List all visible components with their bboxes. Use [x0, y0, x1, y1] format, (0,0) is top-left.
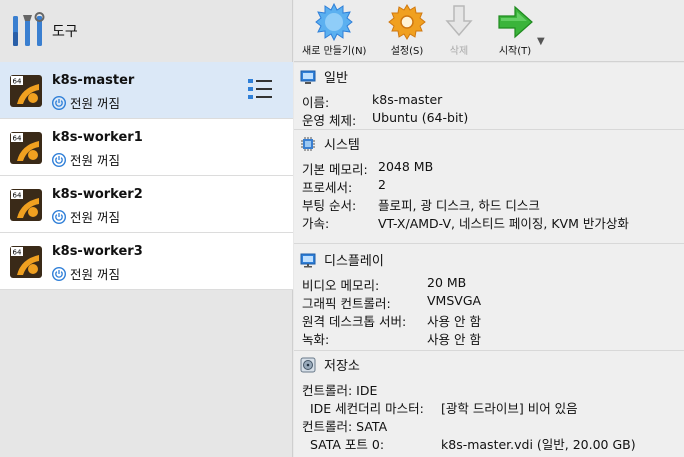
detail-key: 기본 메모리:: [302, 162, 368, 177]
detail-key: SATA 포트 0:: [310, 437, 385, 452]
vm-state: 전원 꺼짐: [52, 150, 120, 169]
detail-value: VT-X/AMD-V, 네스티드 페이징, KVM 반가상화: [378, 216, 629, 231]
vm-name: k8s-worker1: [52, 130, 143, 145]
display-section: 디스플레이 비디오 메모리: 20 MB 그래픽 컨트롤러: VMSVGA 원격…: [294, 244, 684, 351]
detail-value: k8s-master.vdi (일반, 20.00 GB): [441, 437, 636, 452]
general-section: 일반 이름: k8s-master 운영 체제: Ubuntu (64-bit): [294, 63, 684, 130]
new-button-label: 새로 만들기(N): [302, 46, 367, 57]
detail-value: k8s-master: [372, 92, 443, 107]
detail-value: 20 MB: [427, 275, 467, 290]
display-section-title: 디스플레이: [324, 254, 384, 269]
start-button-label: 시작(T): [498, 46, 532, 57]
storage-section-title: 저장소: [324, 359, 360, 374]
general-section-header[interactable]: 일반: [300, 67, 348, 86]
detail-key: 부팅 순서:: [302, 198, 357, 213]
vm-name: k8s-worker3: [52, 244, 143, 259]
detail-key: IDE 세컨더리 마스터:: [310, 401, 424, 416]
vm-state-label: 전원 꺼짐: [70, 210, 120, 225]
detail-key: 운영 체제:: [302, 113, 357, 128]
tools-header[interactable]: 도구: [0, 0, 293, 62]
start-button[interactable]: 시작(T): [496, 3, 534, 57]
vm-details-pane: 일반 이름: k8s-master 운영 체제: Ubuntu (64-bit)…: [294, 63, 684, 457]
detail-value: 2: [378, 177, 386, 192]
detail-value: VMSVGA: [427, 293, 482, 308]
detail-key: 컨트롤러: IDE: [302, 383, 378, 398]
new-vm-icon: [315, 3, 354, 41]
storage-section: 저장소 컨트롤러: IDE IDE 세컨더리 마스터: [광학 드라이브] 비어…: [294, 351, 684, 457]
detail-key: 녹화:: [302, 332, 330, 347]
svg-text:64: 64: [13, 78, 22, 86]
monitor-icon: [300, 70, 316, 84]
ubuntu-64-os-icon: 64: [10, 246, 42, 278]
detail-value: 사용 안 함: [427, 332, 481, 347]
svg-text:64: 64: [13, 249, 22, 257]
svg-text:64: 64: [13, 192, 22, 200]
vm-state-label: 전원 꺼짐: [70, 267, 120, 282]
vm-sidebar: 도구 64 k8s-master 전원 꺼짐 64 k8s-worker1 전원…: [0, 0, 293, 457]
power-off-icon: [52, 95, 66, 110]
detail-value: [광학 드라이브] 비어 있음: [441, 401, 578, 416]
system-section: 시스템 기본 메모리: 2048 MB 프로세서: 2 부팅 순서: 플로피, …: [294, 130, 684, 244]
tools-icon: [13, 12, 45, 46]
vm-name: k8s-master: [52, 73, 135, 88]
detail-value: 플로피, 광 디스크, 하드 디스크: [378, 198, 540, 213]
vm-state: 전원 꺼짐: [52, 207, 120, 226]
settings-button-label: 설정(S): [390, 46, 424, 57]
detail-key: 원격 데스크톱 서버:: [302, 314, 407, 329]
display-section-header[interactable]: 디스플레이: [300, 250, 384, 269]
storage-section-header[interactable]: 저장소: [300, 355, 360, 374]
vm-item-k8s-worker1[interactable]: 64 k8s-worker1 전원 꺼짐: [0, 119, 293, 176]
main-toolbar: 새로 만들기(N) 설정(S) 삭제 시작(T) ▼: [294, 0, 684, 62]
vm-item-k8s-worker2[interactable]: 64 k8s-worker2 전원 꺼짐: [0, 176, 293, 233]
detail-key: 프로세서:: [302, 180, 353, 195]
detail-key: 가속:: [302, 216, 330, 231]
power-off-icon: [52, 209, 66, 224]
detail-key: 컨트롤러: SATA: [302, 419, 388, 434]
ubuntu-64-os-icon: 64: [10, 132, 42, 164]
system-section-header[interactable]: 시스템: [300, 134, 360, 153]
detail-key: 비디오 메모리:: [302, 278, 380, 293]
vm-state: 전원 꺼짐: [52, 93, 120, 112]
new-button[interactable]: 새로 만들기(N): [302, 3, 366, 57]
detail-key: 이름:: [302, 95, 330, 110]
svg-text:64: 64: [13, 135, 22, 143]
tools-label: 도구: [52, 24, 78, 40]
start-arrow-icon: [498, 5, 533, 39]
vm-name: k8s-worker2: [52, 187, 143, 202]
power-off-icon: [52, 266, 66, 281]
delete-button-label: 삭제: [449, 46, 469, 57]
virtualbox-manager-window: 도구 64 k8s-master 전원 꺼짐 64 k8s-worker1 전원…: [0, 0, 684, 457]
detail-value: Ubuntu (64-bit): [372, 110, 469, 125]
settings-button[interactable]: 설정(S): [388, 3, 426, 57]
detail-key: 그래픽 컨트롤러:: [302, 296, 391, 311]
start-options-dropdown[interactable]: ▼: [537, 36, 545, 47]
storage-disk-icon: [300, 357, 316, 372]
general-section-title: 일반: [324, 71, 348, 86]
delete-button[interactable]: 삭제: [440, 3, 478, 57]
chip-icon: [301, 136, 315, 151]
vm-state: 전원 꺼짐: [52, 264, 120, 283]
vm-item-k8s-master[interactable]: 64 k8s-master 전원 꺼짐: [0, 62, 293, 119]
vm-state-label: 전원 꺼짐: [70, 96, 120, 111]
gear-icon: [388, 4, 426, 40]
display-monitor-icon: [300, 253, 316, 267]
vm-state-label: 전원 꺼짐: [70, 153, 120, 168]
vm-list: 64 k8s-master 전원 꺼짐 64 k8s-worker1 전원 꺼짐…: [0, 62, 293, 290]
discard-arrow-icon: [445, 5, 473, 37]
vm-details-menu-icon[interactable]: [247, 77, 273, 101]
ubuntu-64-os-icon: 64: [10, 75, 42, 107]
ubuntu-64-os-icon: 64: [10, 189, 42, 221]
vm-item-k8s-worker3[interactable]: 64 k8s-worker3 전원 꺼짐: [0, 233, 293, 290]
detail-value: 사용 안 함: [427, 314, 481, 329]
system-section-title: 시스템: [324, 138, 360, 153]
power-off-icon: [52, 152, 66, 167]
detail-value: 2048 MB: [378, 159, 434, 174]
